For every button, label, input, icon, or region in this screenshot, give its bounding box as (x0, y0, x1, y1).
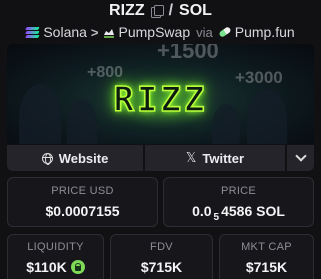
price-sol-zero-count: 5 (213, 212, 220, 223)
price-sol-value: 0.0 5 4586 SOL (164, 203, 313, 223)
fdv-value: $715K (140, 259, 183, 275)
chevron-down-icon (294, 150, 307, 162)
token-banner: +1500 +800 +3000 RIZZ (7, 44, 314, 144)
price-usd-card: PRICE USD $0.0007155 (7, 177, 158, 227)
website-button[interactable]: Website (7, 145, 143, 171)
price-sol-prefix: 0.0 (192, 203, 212, 219)
price-usd-label: PRICE USD (51, 185, 114, 197)
liquidity-card: LIQUIDITY $110K (7, 234, 104, 279)
copy-icon[interactable] (150, 5, 164, 18)
launchpad-name[interactable]: Pump.fun (235, 24, 295, 40)
via-label: via (196, 24, 213, 40)
dex-name[interactable]: PumpSwap (119, 24, 191, 40)
liquidity-value-row: $110K (8, 259, 103, 275)
pair-separator: / (168, 2, 174, 19)
fdv-label: FDV (150, 241, 173, 253)
market-cap-label: MKT CAP (241, 241, 292, 253)
token-symbol: RIZZ (109, 2, 145, 19)
token-art-text: RIZZ (113, 79, 208, 121)
lock-icon[interactable] (70, 260, 85, 274)
chain-breadcrumb: Solana > PumpSwap via Pump.fun (0, 23, 321, 41)
price-sol-card: PRICE 0.0 5 4586 SOL (163, 177, 314, 227)
pumpfun-icon (218, 26, 232, 38)
fdv-card: FDV $715K (110, 234, 213, 279)
market-cap-value: $715K (245, 259, 288, 275)
twitter-label: Twitter (202, 150, 245, 166)
globe-icon (41, 152, 53, 165)
pumpswap-icon (103, 29, 114, 38)
social-links: Website 𝕏 Twitter (7, 145, 314, 171)
solana-icon (25, 26, 40, 38)
banner-number: +1500 (157, 44, 219, 63)
price-usd-value: $0.0007155 (45, 203, 120, 219)
chevron-right-icon: > (90, 24, 99, 40)
pair-title: RIZZ / SOL (0, 0, 321, 22)
price-sol-rest: 4586 SOL (221, 203, 285, 219)
more-links-button[interactable] (287, 145, 314, 171)
x-logo-icon: 𝕏 (185, 150, 197, 165)
quote-symbol: SOL (179, 2, 212, 19)
liquidity-label: LIQUIDITY (27, 241, 84, 253)
chain-name[interactable]: Solana (43, 24, 87, 40)
price-sol-label: PRICE (220, 185, 257, 197)
liquidity-value: $110K (26, 259, 67, 275)
twitter-button[interactable]: 𝕏 Twitter (145, 145, 285, 171)
market-cap-card: MKT CAP $715K (219, 234, 314, 279)
website-label: Website (58, 150, 109, 166)
